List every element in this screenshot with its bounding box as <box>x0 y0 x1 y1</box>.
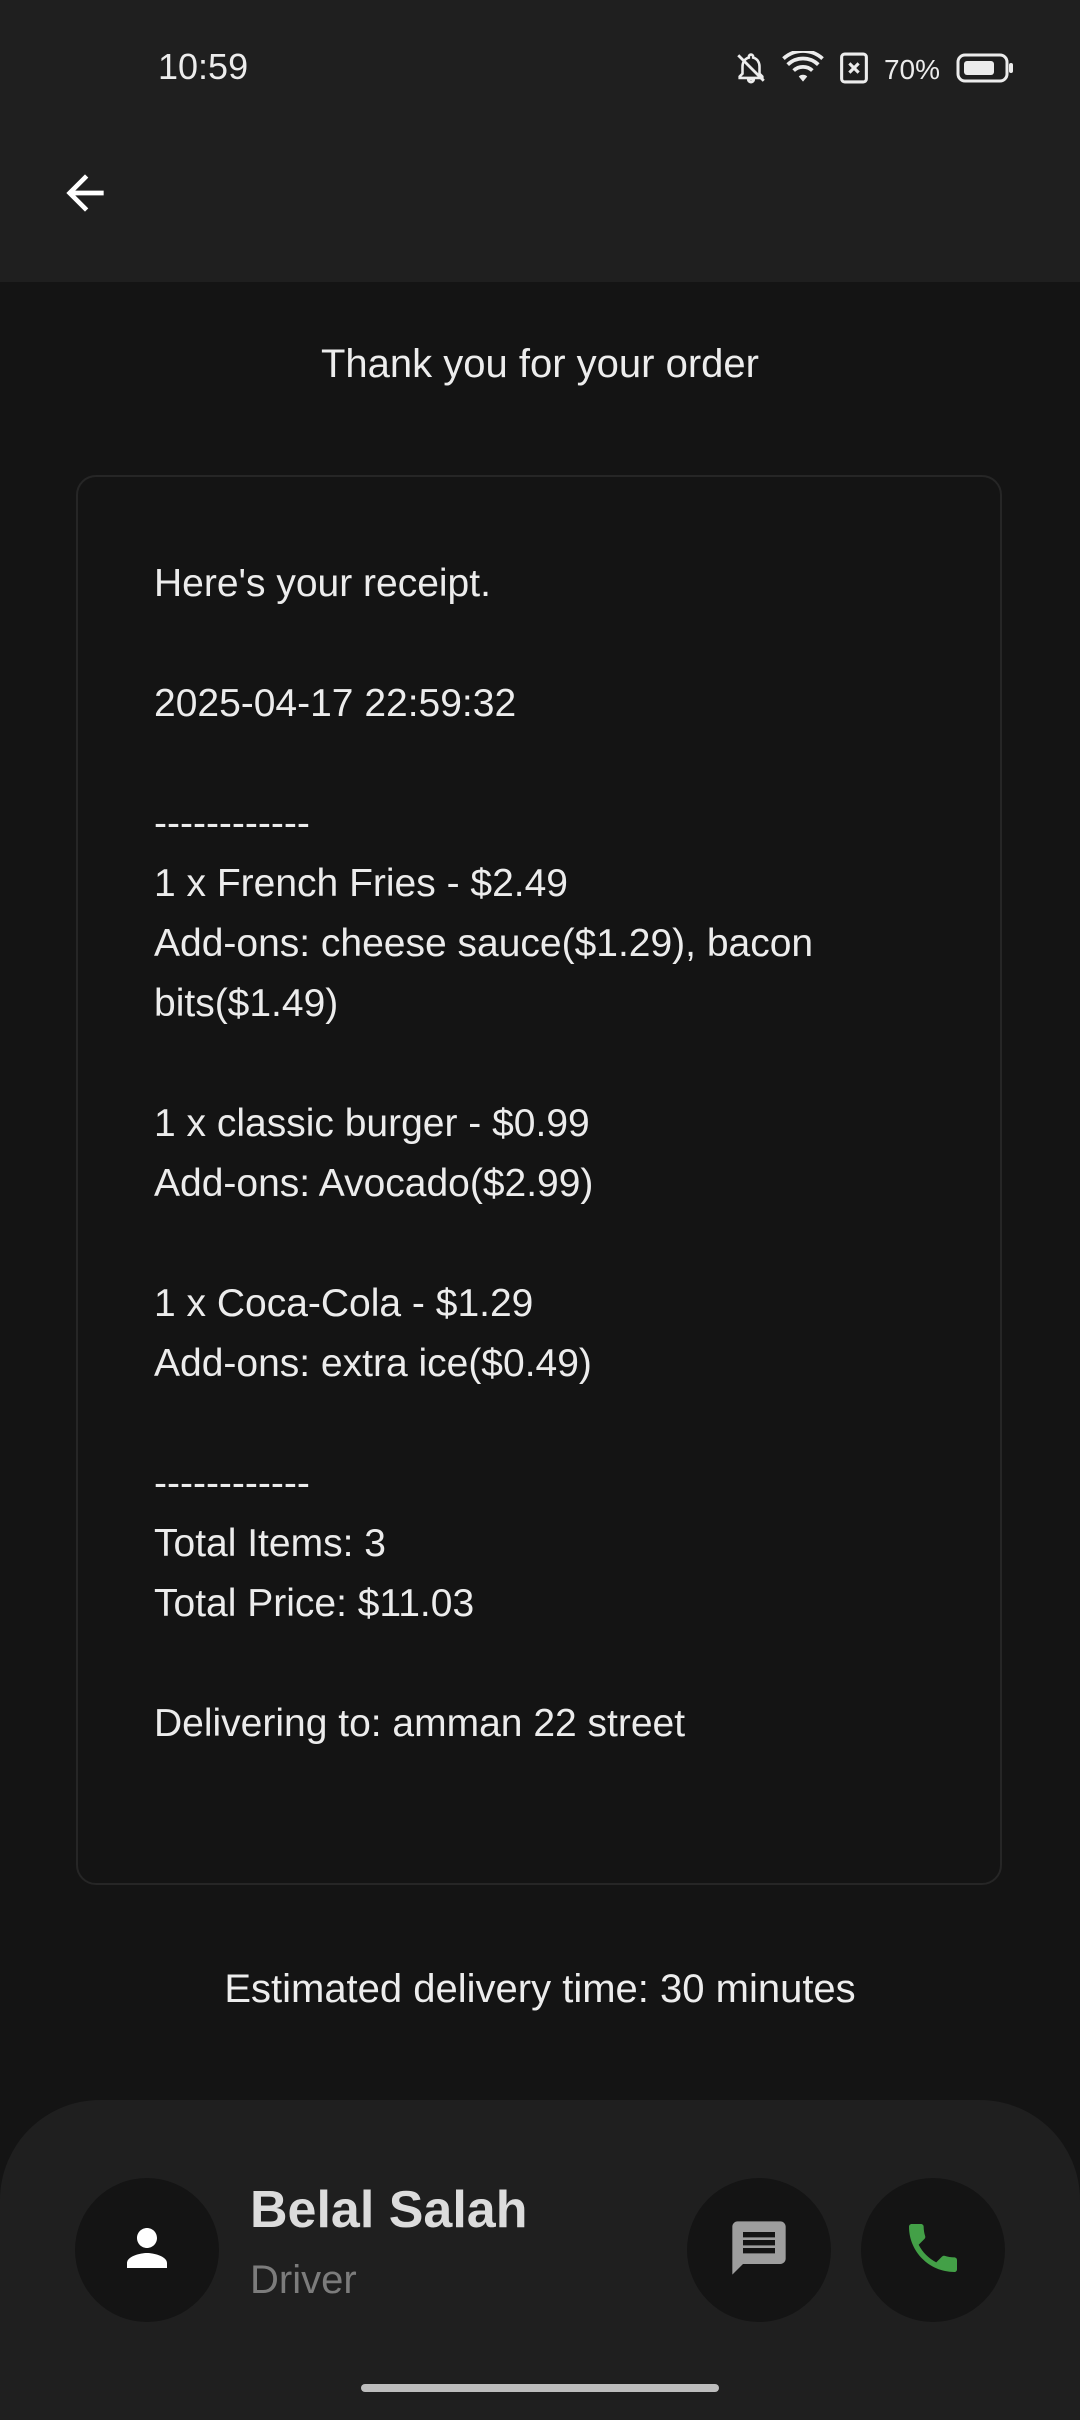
person-icon <box>117 2218 177 2283</box>
thank-you-message: Thank you for your order <box>321 342 759 386</box>
battery-icon <box>956 52 1014 89</box>
back-button[interactable] <box>50 160 120 230</box>
call-driver-button[interactable] <box>861 2178 1005 2322</box>
driver-avatar <box>75 2178 219 2322</box>
phone-icon <box>901 2216 965 2285</box>
driver-name: Belal Salah <box>250 2181 528 2239</box>
app-bar <box>0 136 1080 282</box>
arrow-left-icon <box>57 165 113 226</box>
chat-icon <box>727 2216 791 2285</box>
receipt-text: Here's your receipt. 2025-04-17 22:59:32… <box>154 562 814 1745</box>
status-time: 10:59 <box>158 46 249 87</box>
battery-percentage: 70% <box>883 54 940 85</box>
status-bar: 10:59 70% <box>0 0 1080 136</box>
driver-role: Driver <box>250 2258 357 2302</box>
bell-off-icon <box>734 51 768 90</box>
status-icons: 70% <box>734 48 1014 90</box>
estimated-delivery-time: Estimated delivery time: 30 minutes <box>224 1967 856 2011</box>
wifi-icon <box>782 48 824 90</box>
home-indicator[interactable] <box>361 2384 719 2392</box>
message-driver-button[interactable] <box>687 2178 831 2322</box>
sim-x-icon <box>838 51 870 90</box>
